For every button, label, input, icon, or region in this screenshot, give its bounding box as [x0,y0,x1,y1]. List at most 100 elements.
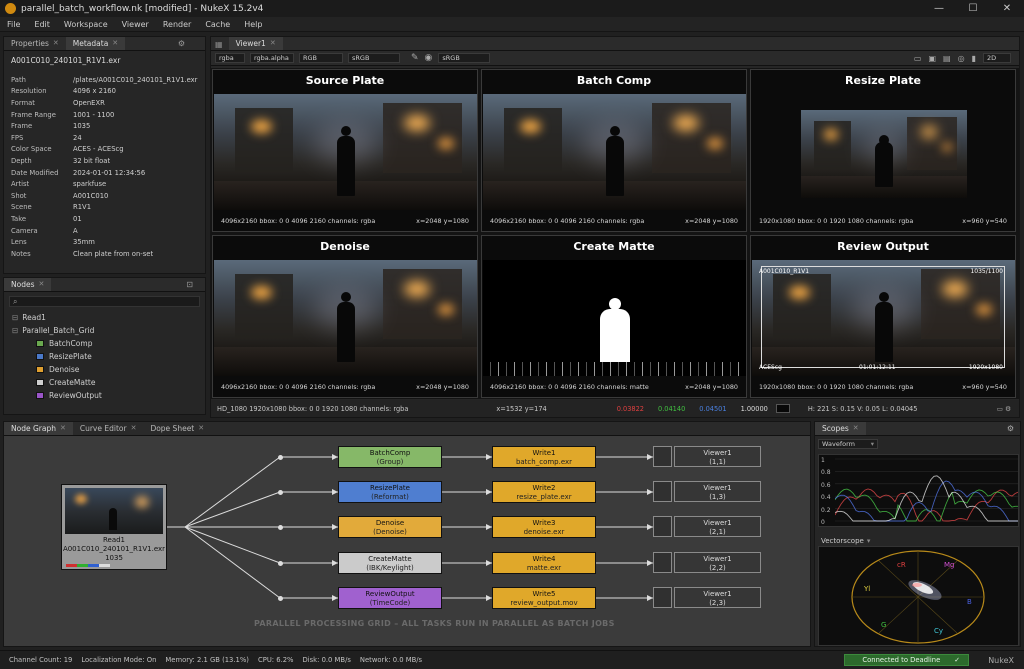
menu-workspace[interactable]: Workspace [57,20,115,29]
tab-scopes[interactable]: Scopes ✕ [815,422,866,435]
process-node-denoise[interactable]: Denoise (Denoise) [338,516,442,538]
deadline-status-button[interactable]: Connected to Deadline ✓ [844,654,969,666]
process-node-reviewoutput[interactable]: ReviewOutput (TimeCode) [338,587,442,609]
menu-help[interactable]: Help [237,20,269,29]
node-class: (Group) [376,458,404,466]
viewer-status-icons[interactable]: ▭ ⚙ [997,405,1011,413]
tree-expand-icon[interactable]: ⊟ [12,326,18,335]
node-tree-read[interactable]: ⊟ Read1 [12,311,205,324]
tab-node-graph[interactable]: Node Graph ✕ [4,422,73,435]
close-tab-icon[interactable]: ✕ [853,424,859,432]
tab-viewer1[interactable]: Viewer1 ✕ [228,37,283,50]
scopes-settings-icon[interactable]: ⚙ [1007,424,1014,433]
compare-icon[interactable]: ▮ [972,54,976,63]
write-node-4[interactable]: Write4 matte.exr [492,552,596,574]
maximize-button[interactable]: ☐ [956,0,990,17]
vs-label-green: G [881,621,887,629]
vectorscope-plot [851,550,985,644]
viewer-cell[interactable]: A001C010_R1V1 1035/1100 ACEScg 01:01:12:11 1… [750,235,1016,398]
node-tree-item-resizeplate[interactable]: ResizePlate [12,350,205,363]
viewer-input-slot[interactable] [653,446,672,467]
channel-select[interactable]: rgba.alpha [250,53,294,63]
output-colorspace-select[interactable]: sRGB [438,53,491,63]
viewer-cell[interactable]: Resize Plate 1920x1080 bbox: 0 0 1920 108… [750,69,1016,232]
tab-dope-sheet[interactable]: Dope Sheet ✕ [143,422,211,435]
gain-icon[interactable]: ✎ [411,53,419,63]
close-tab-icon[interactable]: ✕ [131,424,137,432]
node-tree-item-batchcomp[interactable]: BatchComp [12,337,205,350]
minimize-button[interactable]: — [922,0,956,17]
pixel-green: 0.04140 [658,404,686,413]
viewer-input-slot[interactable] [653,552,672,573]
read-node[interactable]: Read1 A001C010_240101_R1V1.exr 1035 [61,484,167,570]
viewer-cell[interactable]: Create Matte 4096x2160 bbox: 0 0 4096 216… [481,235,747,398]
menu-viewer[interactable]: Viewer [115,20,156,29]
metadata-key: Depth [11,156,32,165]
menu-file[interactable]: File [0,20,27,29]
dot-node[interactable] [278,525,283,530]
close-button[interactable]: ✕ [990,0,1024,17]
input-colorspace-select[interactable]: sRGB [348,53,400,63]
layer-select[interactable]: rgba [215,53,245,63]
viewer-cell[interactable]: Denoise 4096x2160 bbox: 0 0 4096 2160 cha… [212,235,478,398]
tab-properties[interactable]: Properties ✕ [4,37,66,50]
close-tab-icon[interactable]: ✕ [38,280,44,288]
panel-grid-icon[interactable]: ▦ [215,40,223,49]
menu-cache[interactable]: Cache [198,20,237,29]
close-tab-icon[interactable]: ✕ [112,39,118,47]
viewer-cell-info: 1920x1080 bbox: 0 0 1920 1080 channels: … [759,383,914,391]
panel-menu-icon[interactable]: ⊡ [186,280,193,289]
viewer-toolbar: rgba rgba.alpha RGB sRGB ✎ ◉ sRGB ▭ ▣ ▤ … [211,51,1019,66]
viewer-node[interactable]: Viewer1 (2,2) [674,552,761,573]
viewer-input-slot[interactable] [653,587,672,608]
viewer-input-slot[interactable] [653,516,672,537]
viewer-node[interactable]: Viewer1 (2,3) [674,587,761,608]
dot-node[interactable] [278,455,283,460]
node-tree-item-creatematte[interactable]: CreateMatte [12,376,205,389]
view-mode-select[interactable]: 2D [983,53,1011,63]
viewer-node[interactable]: Viewer1 (2,1) [674,516,761,537]
menu-edit[interactable]: Edit [27,20,57,29]
close-tab-icon[interactable]: ✕ [198,424,204,432]
write-node-1[interactable]: Write1 batch_comp.exr [492,446,596,468]
image-icon[interactable]: ▣ [928,54,936,63]
dot-node[interactable] [278,596,283,601]
waveform-select[interactable]: Waveform ▾ [818,439,878,449]
node-search-input[interactable]: ⌕ [9,296,200,307]
process-node-creatematte[interactable]: CreateMatte (IBK/Keylight) [338,552,442,574]
dot-node[interactable] [278,561,283,566]
clip-icon[interactable]: ◎ [958,54,965,63]
viewer-node[interactable]: Viewer1 (1,3) [674,481,761,502]
close-tab-icon[interactable]: ✕ [53,39,59,47]
node-class: (Denoise) [373,528,407,536]
vectorscope-label[interactable]: Vectorscope ▾ [821,537,870,545]
viewer-node[interactable]: Viewer1 (1,1) [674,446,761,467]
viewer-grid[interactable]: Source Plate 4096x2160 bbox: 0 0 4096 216… [211,68,1019,399]
viewer-input-slot[interactable] [653,481,672,502]
roi-icon[interactable]: ▭ [914,54,922,63]
close-tab-icon[interactable]: ✕ [270,39,276,47]
overlay-icon[interactable]: ▤ [943,54,951,63]
write-node-2[interactable]: Write2 resize_plate.exr [492,481,596,503]
dot-node[interactable] [278,490,283,495]
eye-icon[interactable]: ◉ [425,53,433,63]
tab-metadata[interactable]: Metadata ✕ [65,37,126,50]
tab-nodes[interactable]: Nodes ✕ [4,278,52,291]
process-node-resizeplate[interactable]: ResizePlate (Reformat) [338,481,442,503]
process-node-batchcomp[interactable]: BatchComp (Group) [338,446,442,468]
menu-render[interactable]: Render [156,20,198,29]
tab-curve-editor[interactable]: Curve Editor ✕ [73,422,144,435]
viewer-cell[interactable]: Batch Comp 4096x2160 bbox: 0 0 4096 2160 … [481,69,747,232]
node-tree-item-reviewoutput[interactable]: ReviewOutput [12,389,205,402]
node-tree-group[interactable]: ⊟ Parallel_Batch_Grid [12,324,205,337]
viewer-cell[interactable]: Source Plate 4096x2160 bbox: 0 0 4096 216… [212,69,478,232]
write-node-3[interactable]: Write3 denoise.exr [492,516,596,538]
read-node-name: Read1 [102,536,126,544]
close-tab-icon[interactable]: ✕ [60,424,66,432]
display-channels-select[interactable]: RGB [299,53,343,63]
node-tree-item-denoise[interactable]: Denoise [12,363,205,376]
write-node-5[interactable]: Write5 review_output.mov [492,587,596,609]
node-graph-canvas[interactable]: Read1 A001C010_240101_R1V1.exr 1035 Batc… [4,436,810,646]
panel-settings-icon[interactable]: ⚙ [178,39,185,48]
tree-expand-icon[interactable]: ⊟ [12,313,18,322]
